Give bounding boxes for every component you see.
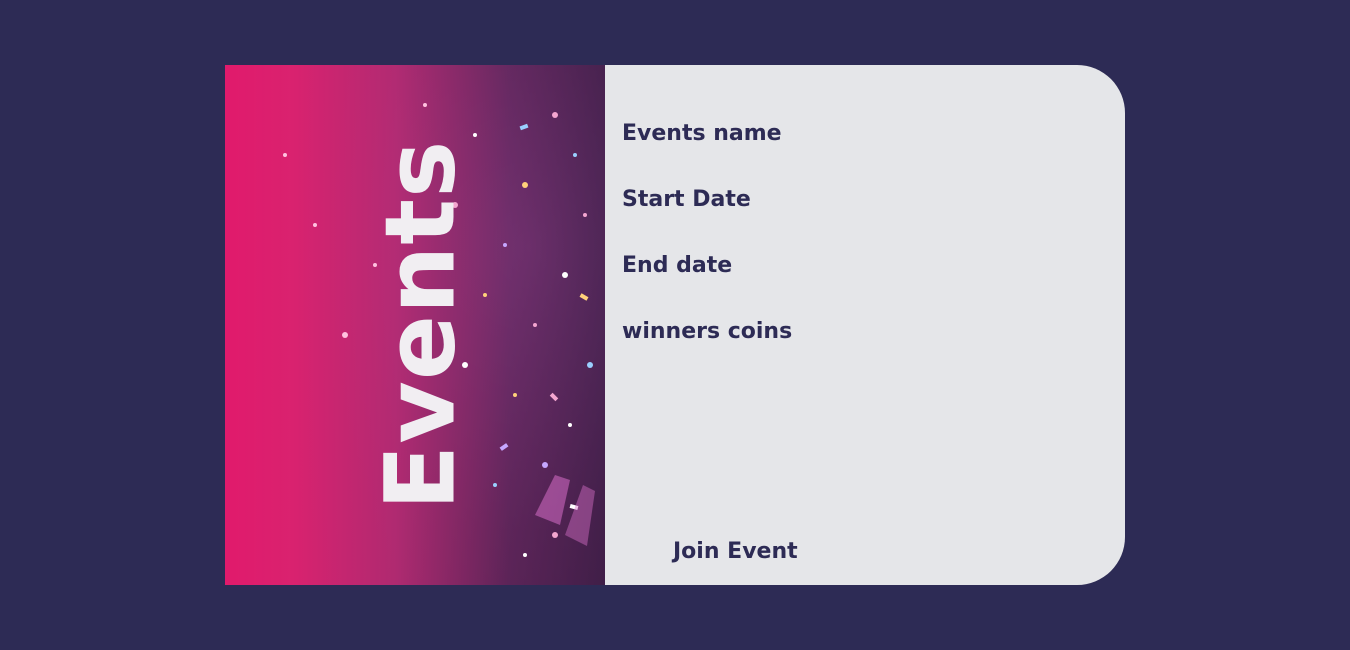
end-date-label: End date — [622, 253, 733, 278]
event-banner-image: Events — [225, 65, 605, 585]
join-event-button[interactable]: Join Event — [673, 537, 798, 567]
event-info-panel: Events name Start Date End date winners … — [605, 65, 1125, 585]
start-date-label: Start Date — [622, 187, 751, 212]
banner-title: Events — [350, 140, 490, 511]
event-card: Events Events name Start Date End date w… — [225, 65, 1125, 585]
banner-title-text: Events — [364, 139, 477, 511]
winners-coins-label: winners coins — [622, 319, 793, 344]
event-name-label: Events name — [622, 121, 782, 146]
